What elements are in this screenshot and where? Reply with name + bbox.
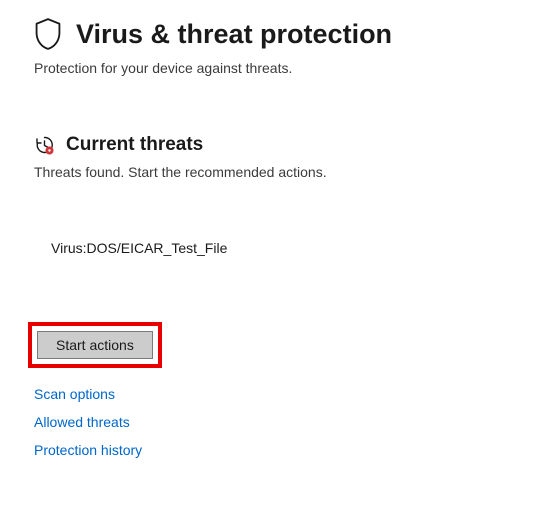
scan-options-link[interactable]: Scan options: [34, 386, 115, 402]
current-threats-subtitle: Threats found. Start the recommended act…: [34, 164, 526, 180]
page-header: Virus & threat protection: [34, 18, 526, 50]
current-threats-header: Current threats: [34, 134, 526, 156]
page-title: Virus & threat protection: [76, 19, 392, 50]
page-subtitle: Protection for your device against threa…: [34, 60, 526, 76]
current-threats-title: Current threats: [66, 134, 203, 156]
shield-icon: [34, 18, 62, 50]
threat-history-icon: [34, 135, 54, 155]
threat-item: Virus:DOS/EICAR_Test_File: [34, 240, 526, 256]
link-list: Scan options Allowed threats Protection …: [34, 386, 526, 458]
allowed-threats-link[interactable]: Allowed threats: [34, 414, 130, 430]
start-actions-highlight: Start actions: [28, 322, 162, 368]
start-actions-button[interactable]: Start actions: [37, 331, 153, 359]
protection-history-link[interactable]: Protection history: [34, 442, 142, 458]
